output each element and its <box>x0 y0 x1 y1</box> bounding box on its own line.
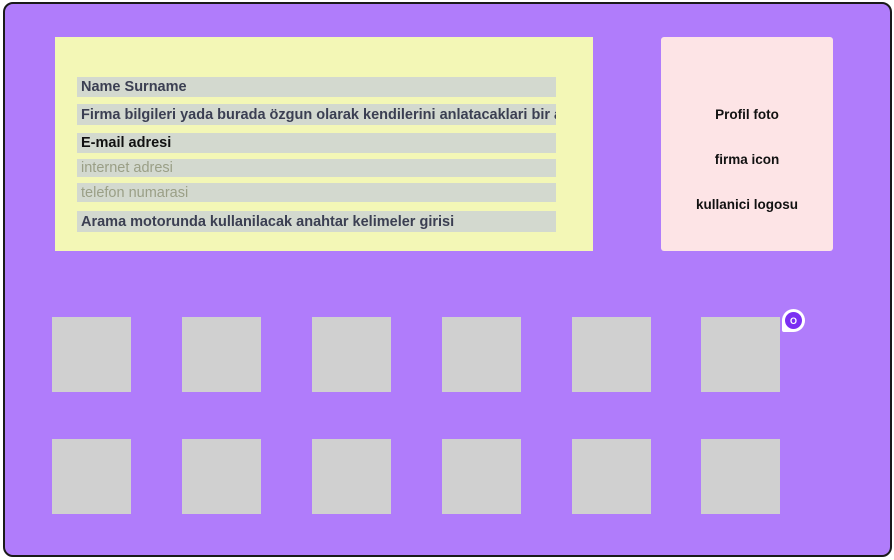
grid-tile[interactable] <box>572 439 651 514</box>
info-card: Name Surname Firma bilgileri yada burada… <box>55 37 593 251</box>
grid-tile[interactable] <box>182 317 261 392</box>
profile-photo-label: Profil foto <box>715 107 779 122</box>
grid-tile[interactable] <box>442 439 521 514</box>
name-field[interactable]: Name Surname <box>77 77 556 97</box>
grid-tile[interactable] <box>52 317 131 392</box>
grid-tile[interactable] <box>52 439 131 514</box>
email-field[interactable]: E-mail adresi <box>77 133 556 153</box>
grid-tile[interactable] <box>312 317 391 392</box>
company-info-field[interactable]: Firma bilgileri yada burada özgun olarak… <box>77 104 556 125</box>
comment-badge[interactable]: O <box>782 309 805 332</box>
comment-avatar-icon: O <box>785 312 802 329</box>
grid-tile[interactable] <box>182 439 261 514</box>
grid-tile[interactable] <box>572 317 651 392</box>
grid-tile[interactable] <box>701 317 780 392</box>
website-field[interactable]: internet adresi <box>77 159 556 177</box>
user-logo-label: kullanici logosu <box>695 197 798 212</box>
profile-card[interactable]: Profil foto firma icon kullanici logosu <box>661 37 833 251</box>
company-icon-label: firma icon <box>714 152 780 167</box>
grid-tile[interactable] <box>442 317 521 392</box>
grid-tile[interactable] <box>701 439 780 514</box>
grid-tile[interactable] <box>312 439 391 514</box>
keywords-field[interactable]: Arama motorunda kullanilacak anahtar kel… <box>77 211 556 232</box>
phone-field[interactable]: telefon numarasi <box>77 183 556 202</box>
